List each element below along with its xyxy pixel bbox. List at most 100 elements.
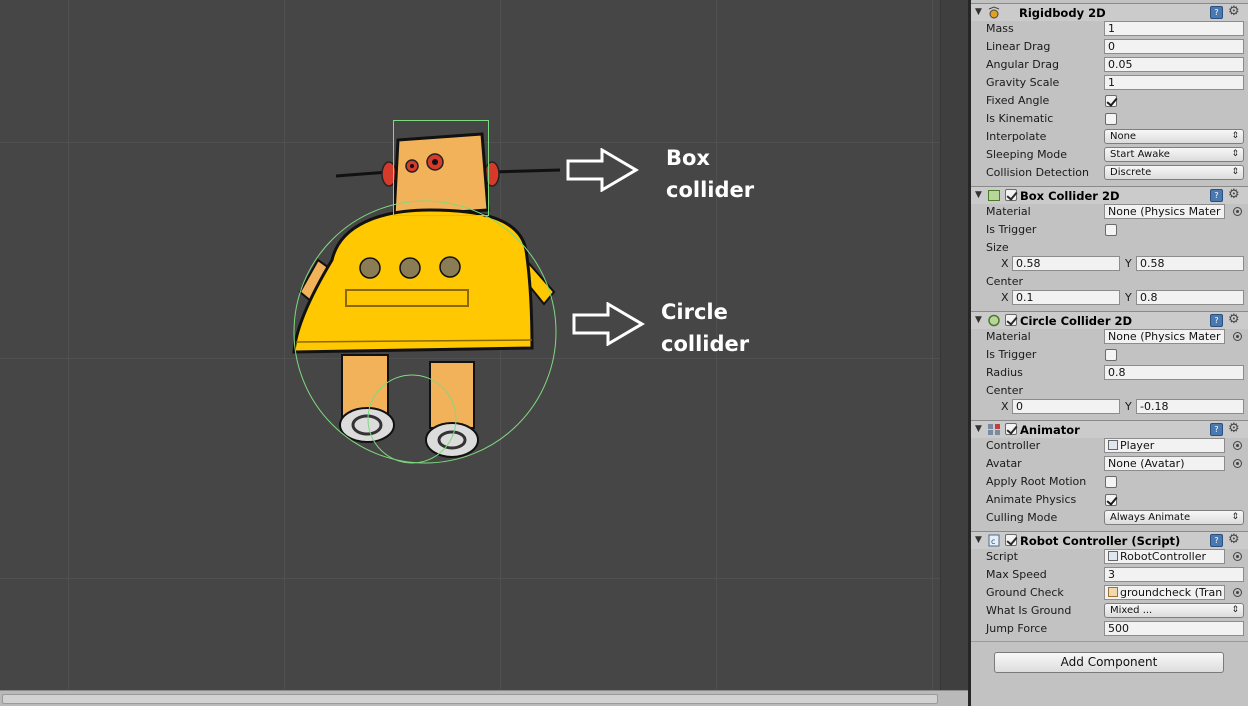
inspector-divider xyxy=(971,641,1248,642)
box-annotation-line1: Box xyxy=(666,146,710,170)
box-material-field[interactable]: None (Physics Mater xyxy=(1104,204,1225,219)
box-collider-enable-checkbox[interactable] xyxy=(1005,189,1017,201)
foldout-arrow-icon[interactable]: ▼ xyxy=(975,424,982,434)
circle-center-y-field[interactable]: -0.18 xyxy=(1136,399,1244,414)
box-size-x-field[interactable]: 0.58 xyxy=(1012,256,1120,271)
controller-row: Controller Player xyxy=(971,437,1248,455)
script-value: RobotController xyxy=(1120,550,1207,563)
collision-detection-dropdown[interactable]: Discrete ⇕ xyxy=(1104,165,1244,180)
culling-mode-dropdown[interactable]: Always Animate ⇕ xyxy=(1104,510,1244,525)
gravity-scale-field[interactable]: 1 xyxy=(1104,75,1244,90)
box-size-y-label: Y xyxy=(1125,257,1132,270)
jump-force-label: Jump Force xyxy=(986,622,1048,635)
script-field[interactable]: RobotController xyxy=(1104,549,1225,564)
gear-icon[interactable]: ⚙ xyxy=(1228,532,1240,547)
is-kinematic-row: Is Kinematic xyxy=(971,110,1248,128)
ground-check-field[interactable]: groundcheck (Tran xyxy=(1104,585,1225,600)
animate-physics-checkbox[interactable] xyxy=(1105,494,1117,506)
dropdown-arrow-icon: ⇕ xyxy=(1231,167,1239,177)
controller-field[interactable]: Player xyxy=(1104,438,1225,453)
animator-enable-checkbox[interactable] xyxy=(1005,423,1017,435)
scene-vertical-scrollbar[interactable] xyxy=(940,0,968,690)
dropdown-arrow-icon: ⇕ xyxy=(1231,149,1239,159)
fixed-angle-checkbox[interactable] xyxy=(1105,95,1117,107)
gravity-scale-label: Gravity Scale xyxy=(986,76,1060,89)
max-speed-label: Max Speed xyxy=(986,568,1047,581)
foldout-arrow-icon[interactable]: ▼ xyxy=(975,7,982,17)
fixed-angle-row: Fixed Angle xyxy=(971,92,1248,110)
collision-detection-label: Collision Detection xyxy=(986,166,1090,179)
script-row: Script RobotController xyxy=(971,548,1248,566)
avatar-field[interactable]: None (Avatar) xyxy=(1104,456,1225,471)
object-picker-icon[interactable] xyxy=(1233,207,1242,216)
animator-header[interactable]: ▼ Animator ? ⚙ xyxy=(971,420,1248,438)
foldout-arrow-icon[interactable]: ▼ xyxy=(975,535,982,545)
linear-drag-field[interactable]: 0 xyxy=(1104,39,1244,54)
box-collider-annotation: Box collider xyxy=(666,142,754,206)
box-is-trigger-checkbox[interactable] xyxy=(1105,224,1117,236)
interpolate-value: None xyxy=(1110,131,1137,142)
ground-check-row: Ground Check groundcheck (Tran xyxy=(971,584,1248,602)
gear-icon[interactable]: ⚙ xyxy=(1228,312,1240,327)
help-icon[interactable]: ? xyxy=(1210,423,1223,436)
angular-drag-field[interactable]: 0.05 xyxy=(1104,57,1244,72)
circle-radius-field[interactable]: 0.8 xyxy=(1104,365,1244,380)
circle-collider-header[interactable]: ▼ Circle Collider 2D ? ⚙ xyxy=(971,311,1248,329)
foldout-arrow-icon[interactable]: ▼ xyxy=(975,190,982,200)
box-is-trigger-label: Is Trigger xyxy=(986,223,1037,236)
animator-controller-icon xyxy=(1108,440,1118,450)
sleeping-mode-dropdown[interactable]: Start Awake ⇕ xyxy=(1104,147,1244,162)
ground-check-value: groundcheck (Tran xyxy=(1120,586,1223,599)
box-collider-header[interactable]: ▼ Box Collider 2D ? ⚙ xyxy=(971,186,1248,204)
circle-material-label: Material xyxy=(986,330,1031,343)
foldout-arrow-icon[interactable]: ▼ xyxy=(975,315,982,325)
avatar-label: Avatar xyxy=(986,457,1022,470)
scene-horizontal-scrollbar[interactable] xyxy=(0,690,968,706)
scrollbar-thumb[interactable] xyxy=(2,694,938,704)
object-picker-icon[interactable] xyxy=(1233,332,1242,341)
robot-controller-header[interactable]: ▼ c Robot Controller (Script) ? ⚙ xyxy=(971,531,1248,549)
gear-icon[interactable]: ⚙ xyxy=(1228,187,1240,202)
circle-collider-enable-checkbox[interactable] xyxy=(1005,314,1017,326)
help-icon[interactable]: ? xyxy=(1210,189,1223,202)
box-center-label: Center xyxy=(986,275,1024,288)
interpolate-dropdown[interactable]: None ⇕ xyxy=(1104,129,1244,144)
max-speed-field[interactable]: 3 xyxy=(1104,567,1244,582)
help-icon[interactable]: ? xyxy=(1210,314,1223,327)
box-collider-arrow-icon xyxy=(566,148,639,192)
max-speed-row: Max Speed 3 xyxy=(971,566,1248,584)
circle-is-trigger-checkbox[interactable] xyxy=(1105,349,1117,361)
object-picker-icon[interactable] xyxy=(1233,588,1242,597)
object-picker-icon[interactable] xyxy=(1233,459,1242,468)
gear-icon[interactable]: ⚙ xyxy=(1228,421,1240,436)
script-icon: c xyxy=(988,534,1000,547)
box-center-y-field[interactable]: 0.8 xyxy=(1136,290,1244,305)
circle-center-y-label: Y xyxy=(1125,400,1132,413)
script-label: Script xyxy=(986,550,1018,563)
robot-controller-title: Robot Controller (Script) xyxy=(1020,534,1181,548)
add-component-button[interactable]: Add Component xyxy=(994,652,1224,673)
is-kinematic-checkbox[interactable] xyxy=(1105,113,1117,125)
gear-icon[interactable]: ⚙ xyxy=(1228,4,1240,19)
dropdown-arrow-icon: ⇕ xyxy=(1231,605,1239,615)
robot-controller-enable-checkbox[interactable] xyxy=(1005,534,1017,546)
rigidbody-header[interactable]: ▼ Rigidbody 2D ? ⚙ xyxy=(971,3,1248,21)
jump-force-field[interactable]: 500 xyxy=(1104,621,1244,636)
object-picker-icon[interactable] xyxy=(1233,552,1242,561)
what-is-ground-dropdown[interactable]: Mixed ... ⇕ xyxy=(1104,603,1244,618)
culling-mode-value: Always Animate xyxy=(1110,512,1191,523)
help-icon[interactable]: ? xyxy=(1210,534,1223,547)
scene-view[interactable]: Box collider Circle collider xyxy=(0,0,968,706)
circle-center-x-field[interactable]: 0 xyxy=(1012,399,1120,414)
box-center-x-field[interactable]: 0.1 xyxy=(1012,290,1120,305)
object-picker-icon[interactable] xyxy=(1233,441,1242,450)
controller-label: Controller xyxy=(986,439,1041,452)
circle-material-field[interactable]: None (Physics Mater xyxy=(1104,329,1225,344)
apply-root-motion-checkbox[interactable] xyxy=(1105,476,1117,488)
mass-field[interactable]: 1 xyxy=(1104,21,1244,36)
dropdown-arrow-icon: ⇕ xyxy=(1231,131,1239,141)
transform-icon xyxy=(1108,587,1118,597)
box-size-y-field[interactable]: 0.58 xyxy=(1136,256,1244,271)
linear-drag-label: Linear Drag xyxy=(986,40,1051,53)
help-icon[interactable]: ? xyxy=(1210,6,1223,19)
